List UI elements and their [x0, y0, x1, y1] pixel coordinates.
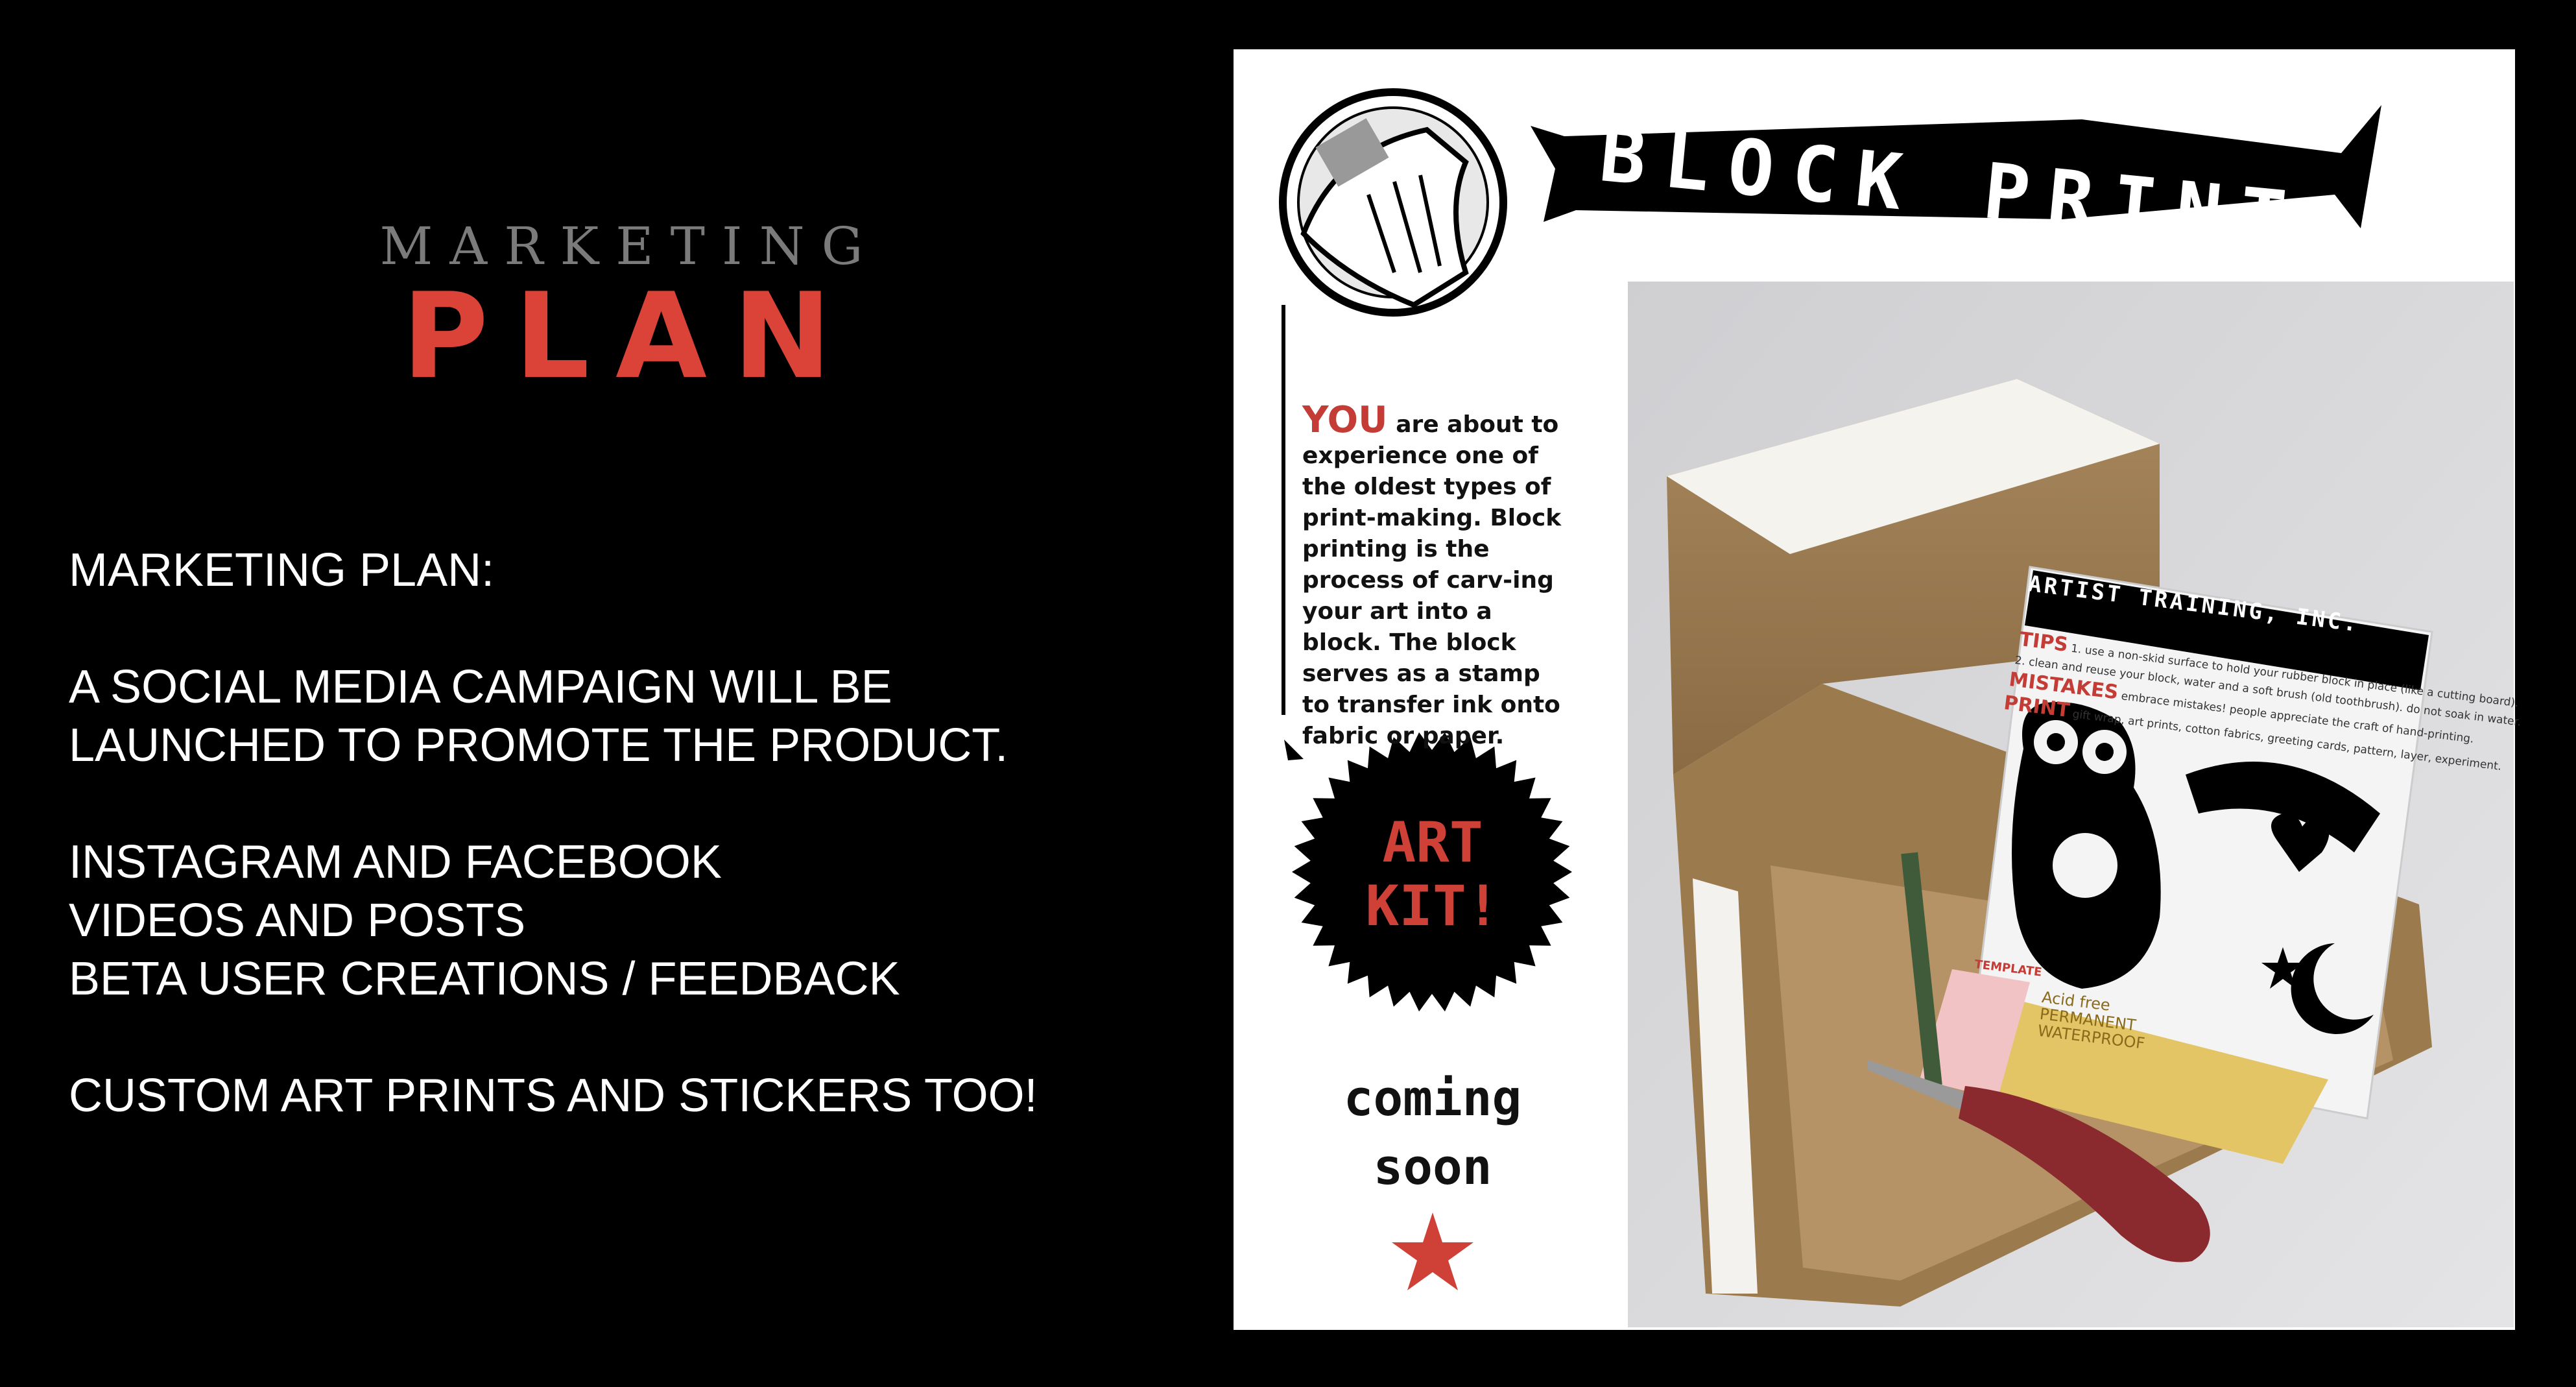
hand-emblem-icon — [1279, 88, 1507, 317]
arrow-icon — [1284, 740, 1304, 760]
intro-paragraph: YOU are about to experience one of the o… — [1302, 402, 1575, 752]
badge-line-2: KIT! — [1365, 874, 1500, 939]
intro-rest: are about to experience one of the oldes… — [1302, 411, 1562, 749]
intro-you: YOU — [1302, 399, 1388, 441]
coming-soon: coming soon — [1300, 1064, 1566, 1201]
star-icon — [1392, 1212, 1473, 1290]
coming-line: coming — [1343, 1069, 1522, 1127]
emblem-rule — [1282, 305, 1285, 715]
art-kit-label: ART KIT! — [1326, 811, 1540, 938]
product-photo — [1628, 282, 2514, 1327]
soon-line: soon — [1373, 1138, 1492, 1196]
badge-line-1: ART — [1382, 810, 1483, 875]
